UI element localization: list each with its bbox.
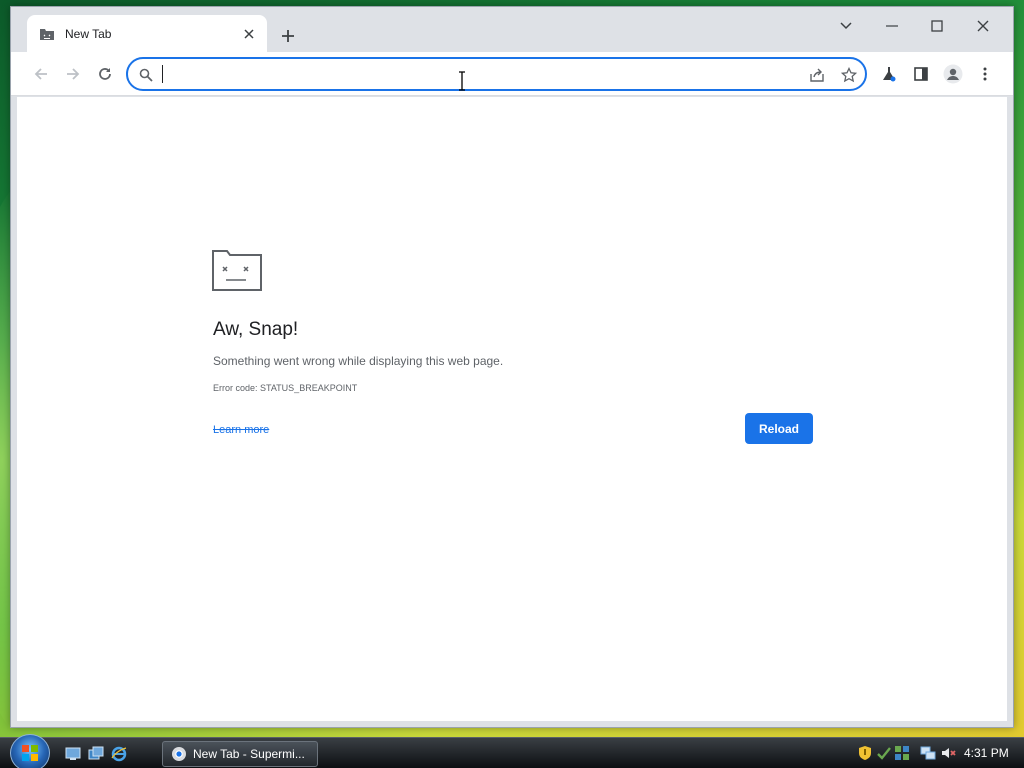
learn-more-link[interactable]: Learn more [213,424,269,436]
plus-icon [282,30,294,42]
network-check-icon[interactable] [876,745,892,761]
browser-window: New Tab Aw, Snap! Something went wrong w… [10,6,1014,728]
profile-button[interactable] [941,62,965,86]
profile-icon [943,64,963,84]
chrome-icon [172,747,186,761]
search-icon [137,66,155,84]
forward-button[interactable] [61,62,85,86]
error-title: Aw, Snap! [213,319,299,340]
maximize-button[interactable] [920,15,954,37]
taskbar-item-label: New Tab - Supermi... [193,747,305,761]
sad-folder-icon [212,250,262,291]
show-desktop-icon[interactable] [65,746,81,762]
text-cursor-icon [459,71,465,91]
internet-explorer-icon[interactable] [111,746,127,762]
system-clock: 4:31 PM [964,746,1009,760]
tab-new-tab[interactable]: New Tab [27,15,267,53]
taskbar-item-browser[interactable]: New Tab - Supermi... [162,741,318,767]
start-button[interactable] [10,734,50,768]
reload-button[interactable] [93,62,117,86]
tab-search-button[interactable] [829,15,863,37]
new-tab-button[interactable] [277,25,299,47]
kebab-menu-icon [983,67,987,81]
minimize-button[interactable] [875,15,909,37]
side-panel-button[interactable] [909,62,933,86]
reload-icon [99,68,111,80]
grid-app-icon[interactable] [894,745,910,761]
menu-button[interactable] [973,62,997,86]
switch-windows-icon[interactable] [88,746,104,762]
flask-icon [883,67,896,82]
omnibox-input[interactable] [164,64,794,84]
minimize-icon [886,25,898,27]
side-panel-icon [914,67,928,81]
volume-muted-icon[interactable] [940,745,956,761]
sad-tab-icon [39,26,55,42]
reload-page-button[interactable]: Reload [745,413,813,444]
maximize-icon [931,20,943,32]
text-caret [162,65,163,83]
toolbar [11,52,1013,96]
windows-logo-icon [22,745,38,761]
close-window-button[interactable] [966,15,1000,37]
forward-arrow-icon [67,68,80,80]
error-message: Something went wrong while displaying th… [213,354,504,368]
tab-title: New Tab [65,27,112,41]
address-bar[interactable] [126,57,867,91]
network-computers-icon[interactable] [920,745,936,761]
chevron-down-icon [840,22,852,30]
tab-strip: New Tab [11,7,1013,53]
error-code: Error code: STATUS_BREAKPOINT [213,383,358,393]
page-content: Aw, Snap! Something went wrong while dis… [17,97,1007,721]
close-icon [977,20,989,32]
taskbar: New Tab - Supermi... 4:31 PM [0,734,1024,768]
back-arrow-icon [34,68,47,80]
close-icon[interactable] [241,26,257,42]
back-button[interactable] [29,62,53,86]
share-icon[interactable] [808,66,826,84]
star-icon[interactable] [840,66,858,84]
labs-button[interactable] [877,62,901,86]
security-shield-icon[interactable] [857,745,873,761]
